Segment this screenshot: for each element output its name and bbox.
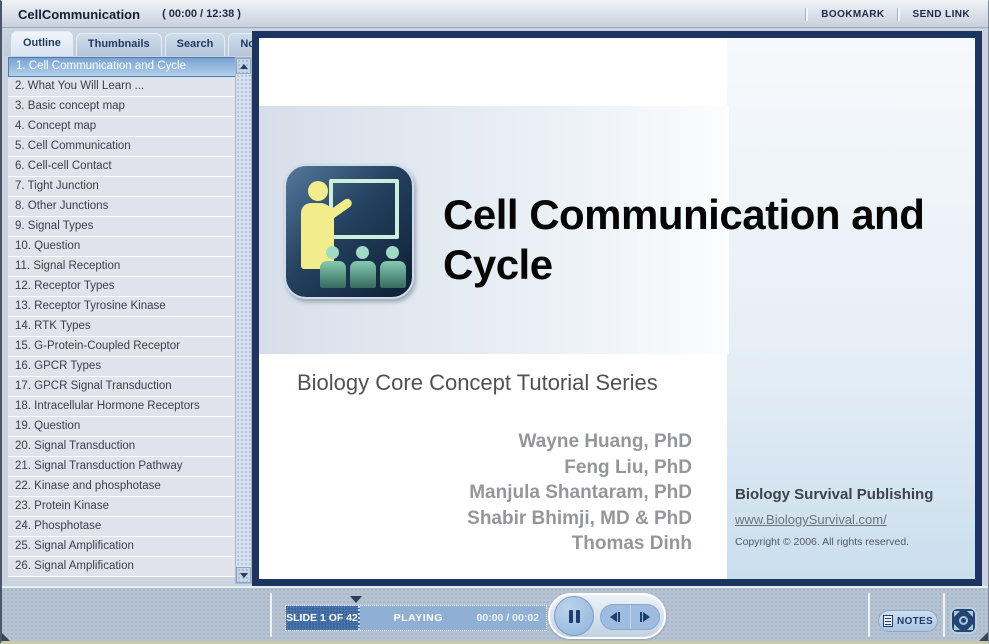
list-item[interactable]: 8. Other Junctions: [8, 197, 236, 217]
author-name: Feng Liu, PhD: [259, 455, 692, 481]
notes-button-label: NOTES: [897, 616, 933, 627]
sidebar-tabs: OutlineThumbnailsSearchNotes: [4, 28, 252, 56]
list-item[interactable]: 12. Receptor Types: [8, 277, 236, 297]
slide-counter-segment[interactable]: SLIDE 1 OF 42: [286, 606, 360, 630]
pause-button[interactable]: [554, 596, 594, 636]
divider: [898, 8, 900, 21]
presentation-player-window: CellCommunication ( 00:00 / 12:38 ) BOOK…: [0, 0, 989, 644]
list-item[interactable]: 9. Signal Types: [8, 217, 236, 237]
transport-controls: [548, 593, 666, 639]
list-item[interactable]: 15. G-Protein-Coupled Receptor: [8, 337, 236, 357]
scroll-down-button[interactable]: [236, 567, 251, 583]
list-item[interactable]: 6. Cell-cell Contact: [8, 157, 236, 177]
notes-document-icon: [883, 615, 893, 627]
title-bar: CellCommunication ( 00:00 / 12:38 ) BOOK…: [2, 1, 988, 28]
step-controls: [600, 604, 660, 630]
audience-figure: [350, 246, 376, 288]
presenter-head-shape: [308, 181, 328, 201]
author-name: Shabir Bhimji, MD & PhD: [259, 506, 692, 532]
list-item[interactable]: 23. Protein Kinase: [8, 497, 236, 517]
list-item[interactable]: 25. Signal Amplification: [8, 537, 236, 557]
list-item[interactable]: 4. Concept map: [8, 117, 236, 137]
slide-canvas: Cell Communication and Cycle Biology Cor…: [259, 38, 975, 579]
list-item[interactable]: 13. Receptor Tyrosine Kinase: [8, 297, 236, 317]
audience-figure: [380, 246, 406, 288]
slide-time: 00:00 / 00:02: [477, 612, 546, 624]
previous-slide-button[interactable]: [601, 605, 631, 629]
divider: [806, 8, 808, 21]
sidebar: OutlineThumbnailsSearchNotes 1. Cell Com…: [4, 28, 252, 586]
total-time: ( 00:00 / 12:38 ): [162, 8, 241, 20]
playback-bar: SLIDE 1 OF 42 PLAYING 00:00 / 00:02 NOTE…: [2, 586, 988, 642]
list-item[interactable]: 3. Basic concept map: [8, 97, 236, 117]
list-item[interactable]: 19. Question: [8, 417, 236, 437]
divider: [270, 593, 272, 637]
author-name: Manjula Shantaram, PhD: [259, 480, 692, 506]
tab[interactable]: Outline: [11, 31, 73, 56]
list-item[interactable]: 20. Signal Transduction: [8, 437, 236, 457]
slide-stage: Cell Communication and Cycle Biology Cor…: [252, 31, 982, 586]
list-item[interactable]: 10. Question: [8, 237, 236, 257]
bookmark-button[interactable]: BOOKMARK: [821, 9, 884, 20]
slide-title: Cell Communication and Cycle: [443, 190, 968, 290]
list-item[interactable]: 18. Intracellular Hormone Receptors: [8, 397, 236, 417]
playback-status: PLAYING: [360, 612, 477, 624]
list-item[interactable]: 22. Kinase and phosphotase: [8, 477, 236, 497]
list-item[interactable]: 14. RTK Types: [8, 317, 236, 337]
notes-button[interactable]: NOTES: [878, 610, 938, 632]
list-item[interactable]: 11. Signal Reception: [8, 257, 236, 277]
fullscreen-icon: [954, 611, 960, 617]
presenter-icon: [284, 164, 414, 299]
publisher-url-link[interactable]: www.BiologySurvival.com/: [735, 512, 887, 527]
list-item[interactable]: 7. Tight Junction: [8, 177, 236, 197]
window-corner: [0, 631, 13, 644]
list-item[interactable]: 17. GPCR Signal Transduction: [8, 377, 236, 397]
list-item[interactable]: 24. Phosphotase: [8, 517, 236, 537]
playing-segment[interactable]: PLAYING 00:00 / 00:02: [360, 606, 546, 630]
list-item[interactable]: 5. Cell Communication: [8, 137, 236, 157]
tab[interactable]: Search: [165, 33, 226, 56]
slide-subtitle: Biology Core Concept Tutorial Series: [297, 370, 658, 396]
copyright-text: Copyright © 2006. All rights reserved.: [735, 536, 967, 548]
presentation-title: CellCommunication: [18, 7, 140, 22]
outline-scrollbar[interactable]: [235, 57, 252, 584]
audience-figure: [320, 246, 346, 288]
list-item[interactable]: 2. What You Will Learn ...: [8, 77, 236, 97]
list-item[interactable]: 1. Cell Communication and Cycle: [8, 57, 236, 77]
tab[interactable]: Thumbnails: [76, 33, 162, 56]
list-item[interactable]: 21. Signal Transduction Pathway: [8, 457, 236, 477]
outline-list: 1. Cell Communication and Cycle2. What Y…: [8, 57, 236, 584]
seek-marker[interactable]: [350, 596, 362, 603]
arrow-up-icon: [240, 64, 248, 69]
publisher-block: Biology Survival Publishing www.BiologyS…: [735, 486, 967, 548]
arrow-down-icon: [240, 573, 248, 578]
author-name: Wayne Huang, PhD: [259, 429, 692, 455]
author-list: Wayne Huang, PhDFeng Liu, PhDManjula Sha…: [259, 429, 692, 557]
step-back-icon: [610, 612, 617, 622]
divider: [868, 593, 870, 637]
list-item[interactable]: 16. GPCR Types: [8, 357, 236, 377]
list-item[interactable]: 26. Signal Amplification: [8, 557, 236, 577]
window-corner: [976, 631, 989, 644]
step-forward-icon: [643, 612, 650, 622]
author-name: Thomas Dinh: [259, 531, 692, 557]
progress-bar[interactable]: SLIDE 1 OF 42 PLAYING 00:00 / 00:02: [285, 605, 547, 631]
publisher-name: Biology Survival Publishing: [735, 486, 967, 503]
scroll-up-button[interactable]: [236, 58, 251, 74]
divider: [943, 593, 945, 637]
fullscreen-button[interactable]: [950, 607, 977, 634]
next-slide-button[interactable]: [631, 605, 660, 629]
pause-icon: [576, 610, 580, 623]
pause-icon: [569, 610, 573, 623]
send-link-button[interactable]: SEND LINK: [913, 9, 971, 20]
